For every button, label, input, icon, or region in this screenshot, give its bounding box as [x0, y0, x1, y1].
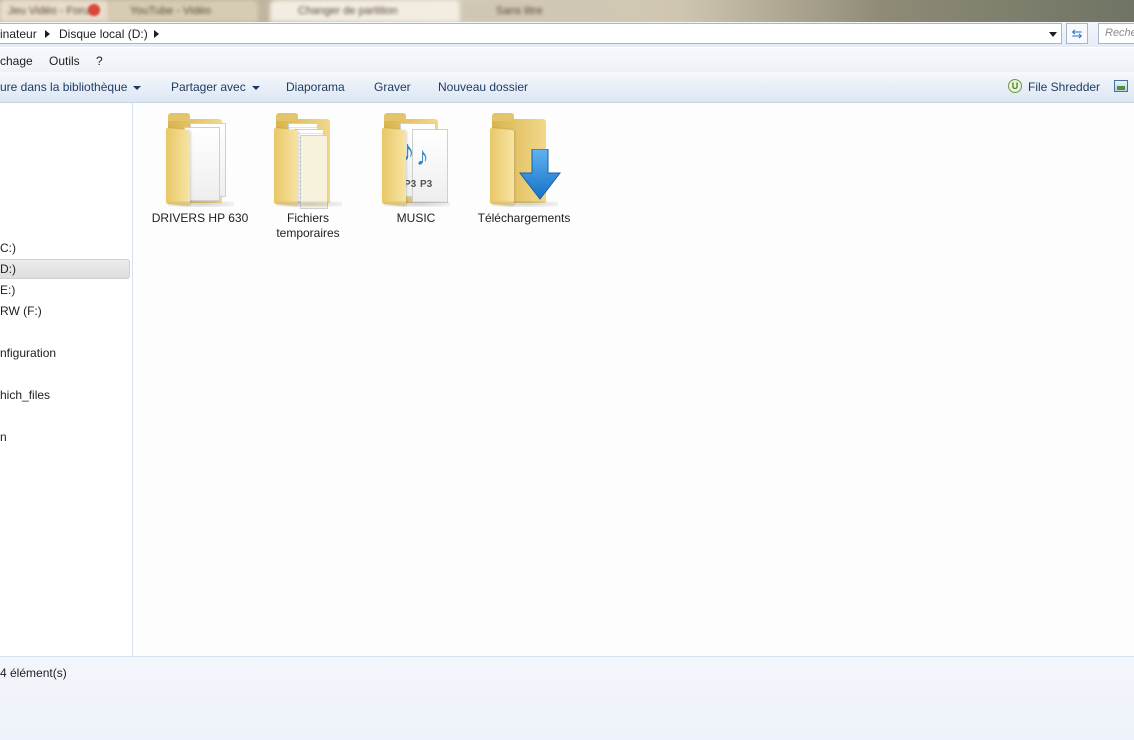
refresh-icon: ⇆ [1071, 26, 1083, 41]
folder-item[interactable]: Téléchargements [474, 109, 574, 226]
breadcrumb-separator-icon[interactable] [45, 30, 50, 38]
command-bar: ure dans la bibliothèque Partager avec D… [0, 72, 1134, 103]
preview-pane-icon[interactable] [1114, 80, 1128, 92]
nav-item-drive-f[interactable]: RW (F:) [0, 304, 42, 318]
menu-tools[interactable]: Outils [49, 54, 80, 68]
include-in-library-button[interactable]: ure dans la bibliothèque [0, 80, 142, 94]
address-dropdown-icon[interactable] [1049, 32, 1057, 37]
search-placeholder: Reche [1105, 27, 1134, 39]
nav-selection-highlight [0, 259, 130, 279]
youtube-icon [88, 4, 100, 16]
folder-item[interactable]: ♪ ♪ P3 P3 MUSIC [366, 109, 466, 226]
include-in-library-label: ure dans la bibliothèque [0, 80, 128, 94]
folder-name: Fichiers temporaires [276, 211, 340, 240]
file-list: DRIVERS HP 630 Fichiers temporaires ♪ ♪ … [133, 103, 1134, 656]
breadcrumb-separator-icon[interactable] [154, 30, 159, 38]
file-shredder-button[interactable]: File Shredder [1028, 80, 1100, 94]
menu-help[interactable]: ? [96, 54, 103, 68]
folder-item[interactable]: DRIVERS HP 630 [150, 109, 250, 226]
downloads-folder-icon [484, 109, 564, 209]
folder-name: Téléchargements [477, 211, 571, 225]
download-arrow-icon [518, 149, 562, 200]
nav-item-configuration[interactable]: nfiguration [0, 346, 56, 360]
refresh-button[interactable]: ⇆ [1066, 23, 1088, 44]
nav-item-drive-e[interactable]: E:) [0, 283, 15, 297]
folder-item[interactable]: Fichiers temporaires [258, 109, 358, 241]
navigation-pane: C:) D:) E:) RW (F:) nfiguration hich_fil… [0, 103, 133, 656]
breadcrumb-computer[interactable]: inateur [0, 27, 37, 41]
browser-tab-label: Sans titre [496, 5, 543, 17]
breadcrumb-drive-d[interactable]: Disque local (D:) [59, 27, 148, 41]
search-input[interactable]: Reche [1098, 23, 1134, 44]
browser-tab-label: YouTube - Vidéo [130, 5, 211, 17]
nav-item-drive-c[interactable]: C:) [0, 241, 16, 255]
folder-name: MUSIC [396, 211, 436, 225]
address-row: inateur Disque local (D:) ⇆ Reche [0, 22, 1134, 47]
slideshow-button[interactable]: Diaporama [286, 80, 345, 94]
share-with-label: Partager avec [171, 80, 246, 94]
chevron-down-icon [251, 85, 260, 90]
folder-icon [268, 109, 348, 209]
nav-item-drive-d[interactable]: D:) [0, 262, 16, 276]
browser-tab-strip: Jeu Vidéo - Forum YouTube - Vidéo Change… [0, 0, 1134, 22]
nav-item-other[interactable]: n [0, 430, 7, 444]
new-folder-button[interactable]: Nouveau dossier [438, 80, 528, 94]
menu-display[interactable]: chage [0, 54, 33, 68]
folder-name: DRIVERS HP 630 [151, 211, 249, 225]
share-with-button[interactable]: Partager avec [171, 80, 260, 94]
music-folder-icon: ♪ ♪ P3 P3 [376, 109, 456, 209]
file-shredder-icon[interactable]: U [1008, 79, 1022, 93]
status-bar: 4 élément(s) [0, 656, 1134, 740]
nav-item-files[interactable]: hich_files [0, 388, 50, 402]
chevron-down-icon [133, 85, 142, 90]
item-count: 4 élément(s) [0, 666, 67, 680]
menu-bar: chage Outils ? [0, 48, 1134, 73]
browser-tab-label: Changer de partition [298, 5, 398, 17]
address-bar[interactable]: inateur Disque local (D:) [0, 23, 1062, 44]
burn-button[interactable]: Graver [374, 80, 411, 94]
browser-tab-label: Jeu Vidéo - Forum [8, 5, 99, 17]
folder-icon [160, 109, 240, 209]
